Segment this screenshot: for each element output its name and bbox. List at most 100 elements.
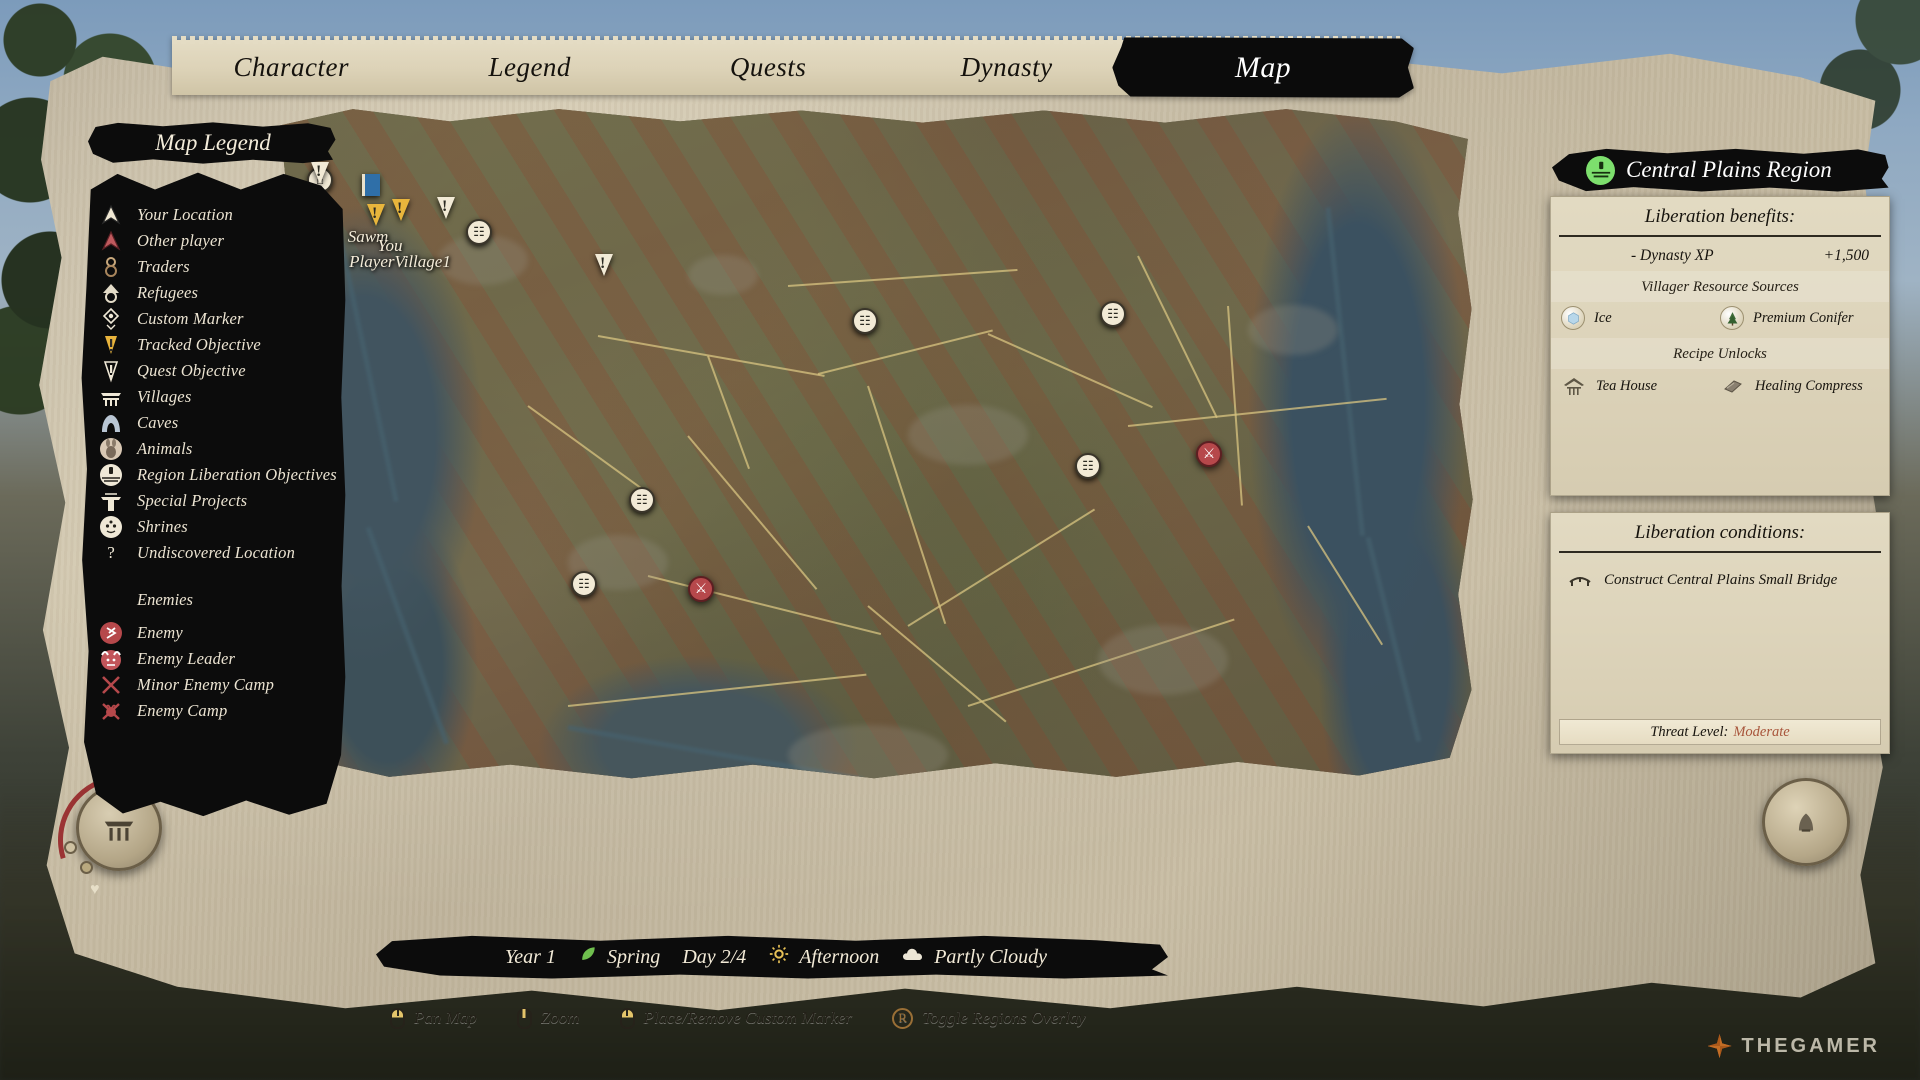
dynasty-xp-row: - Dynasty XP +1,500 [1551,241,1889,271]
custom-marker-icon [98,306,124,332]
status-time: Afternoon [768,943,879,971]
enemy-camp-icon: ⚔ [688,576,714,602]
region-liberation-marker[interactable]: ☷ [571,571,597,597]
region-liberation-marker[interactable]: ☷ [1100,301,1126,327]
minor-enemy-camp-icon [98,672,124,698]
divider [1559,551,1881,553]
region-title-bar: Central Plains Region [1552,148,1889,192]
status-season: Spring [578,944,660,970]
legend-item-custom-marker: Custom Marker [98,306,345,332]
mouse-right-icon [619,1007,635,1029]
recipe-tea-house: Tea House [1561,373,1720,399]
legend-item-other-player: Other player [98,228,345,254]
bridge-icon [1567,567,1593,593]
healing-compress-icon [1720,373,1746,399]
liberation-benefits-card: Liberation benefits: - Dynasty XP +1,500… [1550,196,1890,496]
watermark-text: THEGAMER [1741,1034,1880,1057]
region-liberation-marker[interactable]: ☷ [1075,453,1101,479]
quest-objective-icon: ! [595,254,613,276]
resource-ice: Ice [1561,306,1720,330]
enemy-camp-icon: ⚔ [1196,441,1222,467]
map-legend-list: Your Location Other player Traders Refug… [82,173,346,724]
cloud-icon [901,942,925,972]
map-viewport[interactable]: ⌂ ! ! ! ! ! ☷ ☷ ☷ ☷ ☷ ☷ ⚔ ⚔ Sawm You Pla… [276,109,1473,779]
mouse-wheel-icon [516,1007,532,1029]
quest-objective-icon: ! [311,162,329,184]
region-liberation-marker[interactable]: ☷ [629,487,655,513]
dynasty-xp-label: - Dynasty XP [1631,247,1714,264]
legend-label: Other player [137,231,225,250]
hint-toggle-regions: R Toggle Regions Overlay [892,1007,1086,1029]
threat-level-bar: Threat Level: Moderate [1559,719,1881,745]
legend-item-enemy: Enemy [98,620,345,646]
legend-item-animals: Animals [98,436,345,462]
liberation-conditions-card: Liberation conditions: Construct Central… [1550,512,1890,754]
legend-item-your-location: Your Location [98,202,345,228]
tab-legend[interactable]: Legend [410,40,648,95]
status-season-label: Spring [606,945,661,968]
legend-label: Enemy Camp [137,701,228,720]
tracked-objective-marker[interactable]: ! [392,199,410,221]
legend-item-enemy-camp: Enemy Camp [98,698,345,724]
heart-icon: ♥ [90,881,100,898]
status-year: Year 1 [505,945,556,968]
legend-label: Your Location [137,205,233,224]
tracked-objective-icon [98,332,124,358]
tab-quests[interactable]: Quests [649,40,887,95]
enemy-camp-icon [98,698,124,724]
village-flag-marker[interactable] [362,174,380,196]
map-canvas[interactable]: ⌂ ! ! ! ! ! ☷ ☷ ☷ ☷ ☷ ☷ ⚔ ⚔ Sawm You Pla… [276,109,1473,779]
condition-label: Construct Central Plains Small Bridge [1604,571,1838,588]
legend-item-undiscovered-location: ? Undiscovered Location [98,540,345,566]
hint-label: Place/Remove Custom Marker [643,1008,853,1027]
region-liberation-objectives-icon: ☷ [571,571,597,597]
caves-icon [98,410,124,436]
tracked-objective-marker[interactable]: ! [367,204,385,226]
legend-item-caves: Caves [98,410,345,436]
recipe-label: Tea House [1596,377,1658,394]
region-liberation-marker[interactable]: ☷ [466,219,492,245]
quest-objective-marker[interactable]: ! [311,162,329,184]
legend-label: Minor Enemy Camp [137,675,275,694]
sun-icon [768,943,790,971]
ice-icon [1561,306,1585,330]
recipe-unlock-list: Tea House Healing Compress [1551,369,1889,407]
legend-item-refugees: Refugees [98,280,345,306]
hud-dot-b [80,861,93,874]
liberation-conditions-header: Liberation conditions: [1634,522,1806,543]
region-liberation-marker[interactable]: ☷ [852,308,878,334]
animals-icon [98,436,124,462]
hint-label: Pan Map [414,1008,477,1027]
key-r-icon: R [892,1007,914,1029]
legend-item-minor-enemy-camp: Minor Enemy Camp [98,672,345,698]
quest-objective-marker[interactable]: ! [437,197,455,219]
your-location-icon [98,202,124,228]
recipe-label: Healing Compress [1755,377,1863,394]
legend-label: Enemy Leader [137,649,236,668]
threat-level-value: Moderate [1733,723,1790,740]
watermark: THEGAMER [1708,1034,1880,1058]
legend-label: Tracked Objective [137,335,261,354]
quest-objective-marker[interactable]: ! [595,254,613,276]
enemy-camp-marker[interactable]: ⚔ [1196,441,1222,467]
tracked-objective-icon: ! [392,199,410,221]
legend-item-villages: Villages [98,384,345,410]
condition-row: Construct Central Plains Small Bridge [1551,557,1889,593]
legend-label: Refugees [137,283,199,302]
tab-character[interactable]: Character [172,40,410,95]
recipe-unlocks-header: Recipe Unlocks [1551,338,1889,369]
shrines-icon [98,514,124,540]
thegamer-logo-icon [1708,1034,1732,1058]
status-day: Day 2/4 [682,945,747,968]
other-player-icon [98,228,124,254]
legend-label: Quest Objective [137,361,246,380]
tab-dynasty[interactable]: Dynasty [887,40,1125,95]
map-legend-panel: Your Location Other player Traders Refug… [81,172,346,817]
recipe-healing-compress: Healing Compress [1720,373,1879,399]
enemy-camp-marker[interactable]: ⚔ [688,576,714,602]
tab-map[interactable]: Map [1112,37,1414,98]
hud-right-disc[interactable] [1762,778,1850,866]
legend-item-tracked-objective: Tracked Objective [98,332,345,358]
enemy-icon [98,620,124,646]
divider [1559,235,1881,237]
